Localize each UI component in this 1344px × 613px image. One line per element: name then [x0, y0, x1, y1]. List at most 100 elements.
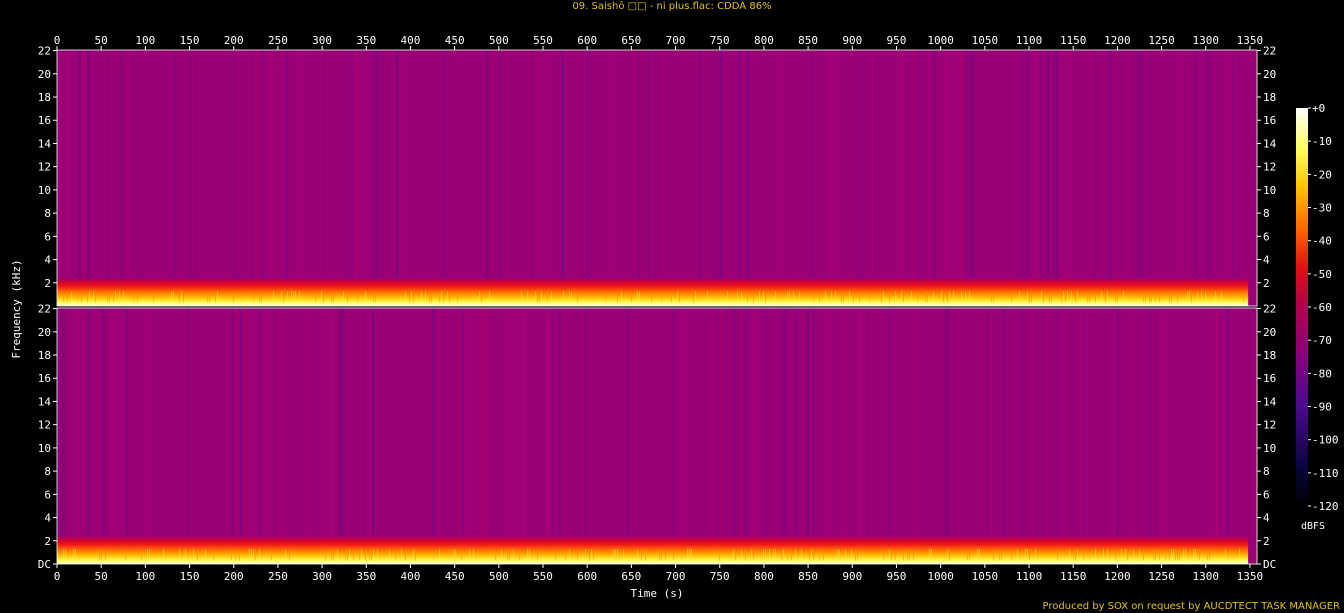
y-tick-label: 20 — [38, 68, 51, 81]
band-texture — [763, 290, 764, 303]
band-texture — [183, 290, 184, 303]
band-texture — [661, 290, 662, 303]
y-tick-label: 4 — [44, 512, 51, 525]
x-tick-label: 1150 — [1060, 34, 1087, 47]
spectrogram-texture — [342, 308, 344, 564]
spectrogram-texture — [699, 50, 702, 306]
band-texture — [835, 290, 836, 303]
band-texture — [1127, 548, 1128, 561]
spectrogram-texture — [837, 50, 839, 306]
band-texture — [641, 548, 642, 561]
x-tick-label: 400 — [401, 34, 421, 47]
band-texture — [357, 290, 358, 303]
band-texture — [125, 548, 126, 561]
band-texture — [809, 548, 810, 561]
spectrogram-texture — [1056, 50, 1058, 306]
band-texture — [299, 290, 300, 303]
band-texture — [933, 290, 934, 303]
band-texture — [535, 290, 536, 303]
spectrogram-texture — [114, 308, 117, 564]
spectrogram-texture — [399, 50, 401, 306]
x-tick-label: 50 — [95, 570, 108, 583]
band-texture — [289, 548, 290, 561]
band-texture — [693, 290, 694, 303]
spectrogram-texture — [1083, 308, 1085, 564]
band-texture — [673, 548, 674, 561]
band-texture — [1067, 290, 1068, 303]
spectrogram-texture — [261, 50, 264, 306]
spectrogram-texture — [1035, 50, 1038, 306]
x-tick-label: 500 — [489, 570, 509, 583]
band-texture — [961, 290, 962, 303]
band-texture — [577, 290, 578, 303]
band-texture — [359, 548, 360, 561]
band-texture — [519, 548, 520, 561]
band-texture — [285, 548, 286, 561]
x-tick-label: 1000 — [927, 34, 954, 47]
spectrogram-texture — [990, 308, 993, 564]
x-tick-label: 1200 — [1104, 34, 1131, 47]
band-texture — [1069, 548, 1070, 561]
spectrogram-texture — [438, 308, 440, 564]
band-texture — [255, 548, 256, 561]
band-texture — [361, 548, 362, 561]
y-tick-label: 22 — [38, 303, 51, 316]
spectrogram-texture — [630, 50, 631, 306]
band-texture — [345, 548, 346, 561]
band-texture — [75, 548, 76, 561]
y-tick-label: 8 — [1263, 465, 1270, 478]
spectrogram-texture — [672, 308, 675, 564]
y-tick-label: 14 — [1263, 137, 1277, 150]
spectrogram-texture — [1215, 308, 1218, 564]
band-texture — [73, 548, 74, 561]
x-tick-label: 200 — [224, 34, 244, 47]
x-tick-label: 1300 — [1192, 570, 1219, 583]
band-texture — [859, 290, 860, 303]
band-texture — [119, 290, 120, 303]
band-texture — [179, 290, 180, 303]
band-texture — [413, 290, 414, 303]
colorbar-label: dBFS — [1301, 521, 1325, 532]
colorbar-tick-label: -120 — [1312, 500, 1339, 513]
spectrogram-texture — [63, 308, 65, 564]
band-texture — [775, 548, 776, 561]
band-texture — [405, 548, 406, 561]
spectrogram-texture — [828, 50, 831, 306]
spectrogram-chart: 2 24 46 68 810 1012 1214 1416 1618 1820 2022 22DC DC… — [10, 34, 1339, 600]
band-texture — [1187, 290, 1188, 303]
spectrogram-texture — [381, 50, 384, 306]
band-texture — [93, 290, 94, 303]
band-texture — [207, 290, 208, 303]
band-texture — [855, 548, 856, 561]
band-texture — [969, 290, 970, 303]
band-texture — [239, 548, 240, 561]
band-texture — [689, 548, 690, 561]
y-tick-label: 16 — [1263, 114, 1276, 127]
band-texture — [271, 548, 272, 561]
band-texture — [813, 290, 814, 303]
spectrogram-texture — [717, 50, 719, 306]
spectrogram-texture — [1116, 308, 1119, 564]
band-texture — [759, 290, 760, 303]
x-tick-label: 600 — [577, 34, 597, 47]
band-texture — [1107, 548, 1108, 561]
y-tick-label: 16 — [38, 114, 51, 127]
band-texture — [781, 548, 782, 561]
band-texture — [841, 290, 842, 303]
y-tick-label: 12 — [38, 161, 51, 174]
spectrogram-texture — [765, 308, 767, 564]
band-texture — [231, 548, 232, 561]
band-texture — [89, 290, 90, 303]
band-texture — [1095, 290, 1096, 303]
spectrogram-texture — [258, 308, 261, 564]
band-texture — [99, 548, 100, 561]
y-tick-label: 20 — [1263, 326, 1276, 339]
band-texture — [215, 290, 216, 303]
band-texture — [1061, 290, 1062, 303]
spectrogram-texture — [450, 308, 451, 564]
band-texture — [1193, 548, 1194, 561]
y-tick-label: 20 — [38, 326, 51, 339]
band-texture — [795, 548, 796, 561]
spectrogram-texture — [1140, 50, 1143, 306]
band-texture — [917, 290, 918, 303]
